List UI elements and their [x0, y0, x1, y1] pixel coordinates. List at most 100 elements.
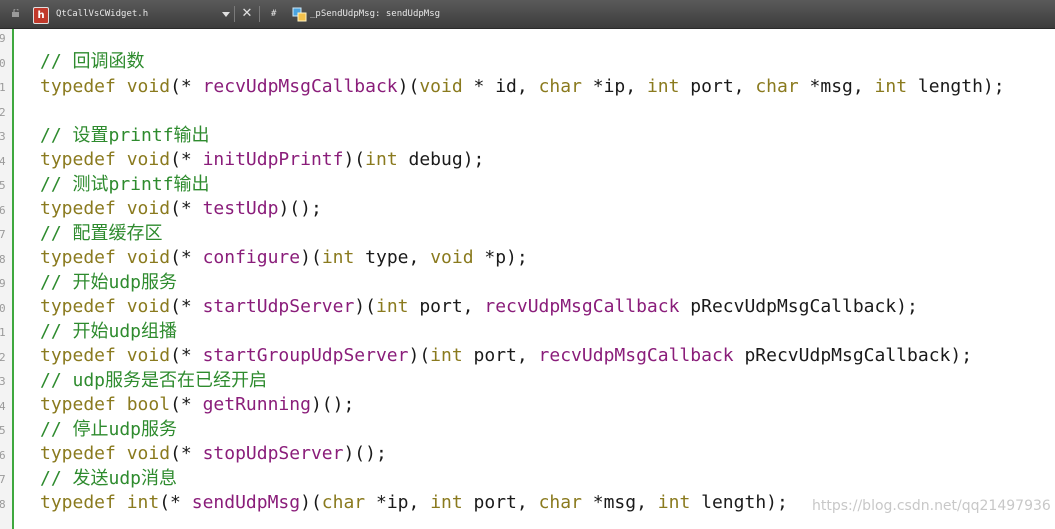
line-number: 7	[0, 473, 6, 486]
code-keyword: void	[126, 345, 171, 366]
code-keyword: typedef	[40, 492, 116, 513]
code-token: )(	[343, 149, 366, 170]
code-token: (*	[170, 345, 203, 366]
code-token: pRecvUdpMsgCallback);	[733, 345, 973, 366]
code-identifier: sendUdpMsg	[191, 492, 301, 513]
line-number: 4	[0, 399, 6, 413]
code-keyword: int	[874, 75, 908, 97]
code-keyword: typedef	[40, 345, 116, 366]
code-keyword: int	[375, 296, 409, 317]
code-token: )(	[408, 345, 431, 366]
code-identifier: configure	[202, 247, 301, 268]
code-comment: // 停止udp服务	[40, 418, 178, 440]
line-number: 3	[0, 375, 6, 388]
code-line: typedef void(* stopUdpServer)();	[40, 442, 387, 466]
code-line: typedef void(* recvUdpMsgCallback)(void …	[40, 75, 1005, 99]
chevron-down-icon[interactable]	[222, 12, 230, 17]
code-token: (*	[170, 75, 203, 97]
code-token: (*	[170, 198, 203, 219]
code-token: (*	[170, 394, 203, 415]
code-keyword: int	[126, 492, 160, 513]
code-token: pRecvUdpMsgCallback);	[679, 296, 918, 317]
code-token: *msg,	[581, 492, 658, 513]
code-keyword: void	[126, 443, 171, 464]
code-comment: // 配置缓存区	[40, 222, 163, 244]
code-keyword: void	[126, 198, 171, 219]
code-keyword: char	[538, 75, 582, 97]
code-token: *p);	[473, 247, 528, 268]
code-token: (*	[159, 492, 192, 513]
code-comment: // 发送udp消息	[40, 467, 178, 489]
close-icon[interactable]: ✕	[240, 7, 254, 21]
code-token: *ip,	[365, 492, 431, 513]
code-token: )(	[300, 247, 322, 268]
code-keyword: void	[126, 296, 171, 317]
code-token: )();	[310, 394, 355, 415]
code-token: length);	[690, 492, 788, 513]
line-number: 2	[0, 105, 6, 119]
code-token: port,	[679, 75, 756, 97]
code-line: typedef void(* configure)(int type, void…	[40, 246, 528, 270]
code-keyword: char	[538, 492, 582, 513]
code-token: (*	[170, 296, 203, 317]
line-number: 5	[0, 424, 6, 437]
code-line: typedef void(* initUdpPrintf)(int debug)…	[40, 148, 484, 172]
line-number: 1	[0, 81, 6, 94]
code-keyword: typedef	[40, 394, 116, 415]
lock-icon[interactable]	[12, 9, 21, 17]
code-keyword: typedef	[40, 198, 116, 219]
line-number: 2	[0, 350, 6, 364]
class-member-icon	[292, 7, 307, 22]
code-comment: // 开始udp组播	[40, 320, 178, 342]
code-keyword: int	[430, 345, 463, 366]
code-line: typedef void(* startUdpServer)(int port,…	[40, 295, 918, 319]
code-identifier: startGroupUdpServer	[202, 345, 409, 366]
code-token: port,	[408, 296, 485, 317]
toolbar-divider	[234, 6, 235, 22]
code-comment: // 开始udp服务	[40, 271, 178, 293]
code-token: length);	[907, 75, 1005, 97]
code-line: // 开始udp组播	[40, 320, 177, 344]
code-token: type,	[354, 247, 431, 268]
watermark: https://blog.csdn.net/qq21497936	[812, 498, 1051, 514]
code-token: port,	[462, 345, 539, 366]
line-number: 8	[0, 252, 6, 266]
code-keyword: char	[321, 492, 366, 513]
code-token: )();	[278, 198, 322, 219]
code-line: // 开始udp服务	[40, 271, 177, 295]
code-identifier: initUdpPrintf	[202, 149, 344, 170]
code-token: )();	[343, 443, 387, 464]
line-number: 9	[0, 277, 6, 290]
code-line: // 测试printf输出	[40, 173, 210, 197]
code-identifier: recvUdpMsgCallback	[538, 345, 734, 366]
code-line: typedef int(* sendUdpMsg)(char *ip, int …	[40, 491, 788, 515]
code-keyword: int	[646, 75, 680, 97]
code-token: * id,	[462, 75, 539, 97]
code-keyword: typedef	[40, 443, 116, 464]
code-comment: // 回调函数	[40, 51, 145, 72]
line-number: 3	[0, 130, 6, 143]
code-line: typedef void(* startGroupUdpServer)(int …	[40, 344, 972, 368]
code-comment: // 测试printf输出	[40, 173, 210, 195]
line-number: 6	[0, 203, 6, 217]
code-identifier: recvUdpMsgCallback	[202, 75, 398, 97]
file-selector[interactable]: QtCallVsCWidget.h	[56, 0, 148, 28]
symbol-selector[interactable]: _pSendUdpMsg: sendUdpMsg	[310, 0, 440, 28]
code-line: // udp服务是否在已经开启	[40, 369, 267, 393]
line-number: 0	[0, 56, 6, 70]
code-keyword: void	[126, 149, 171, 170]
line-number: 7	[0, 228, 6, 241]
code-line: // 停止udp服务	[40, 418, 177, 442]
code-keyword: typedef	[40, 296, 116, 317]
code-identifier: recvUdpMsgCallback	[484, 296, 680, 317]
code-line: // 配置缓存区	[40, 222, 163, 246]
code-identifier: getRunning	[202, 394, 311, 415]
code-line: typedef void(* testUdp)();	[40, 197, 322, 221]
code-token: )(	[354, 296, 376, 317]
